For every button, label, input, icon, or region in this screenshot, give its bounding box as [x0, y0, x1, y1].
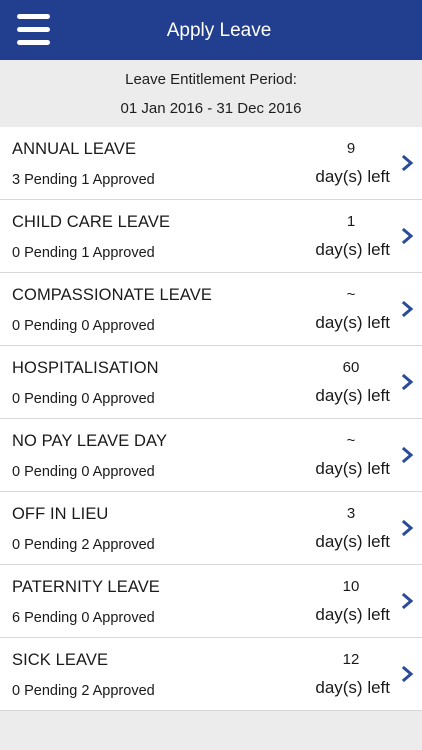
chevron-right-icon[interactable]	[402, 228, 414, 244]
leave-days-count: 3	[346, 505, 356, 522]
leave-row-hospitalisation[interactable]: HOSPITALISATION 0 Pending 0 Approved 60 …	[0, 346, 422, 419]
leave-name: SICK LEAVE	[12, 651, 109, 669]
chevron-right-icon[interactable]	[402, 374, 414, 390]
leave-row-sick[interactable]: SICK LEAVE 0 Pending 2 Approved 12 day(s…	[0, 638, 422, 711]
leave-name: ANNUAL LEAVE	[12, 140, 137, 158]
leave-status: 3 Pending 1 Approved	[12, 172, 155, 188]
leave-status: 0 Pending 2 Approved	[12, 683, 155, 699]
chevron-right-icon[interactable]	[402, 301, 414, 317]
page-title: Apply Leave	[166, 20, 272, 41]
leave-name: HOSPITALISATION	[12, 359, 159, 377]
chevron-right-icon[interactable]	[402, 666, 414, 682]
chevron-right-icon[interactable]	[402, 155, 414, 171]
leave-days-unit: day(s) left	[315, 532, 390, 551]
leave-name: OFF IN LIEU	[12, 505, 109, 523]
leave-status: 0 Pending 2 Approved	[12, 537, 155, 553]
leave-days-unit: day(s) left	[315, 605, 390, 624]
entitlement-period: Leave Entitlement Period: 01 Jan 2016 - …	[0, 60, 422, 126]
chevron-right-icon[interactable]	[402, 447, 414, 463]
leave-status: 0 Pending 0 Approved	[12, 464, 155, 480]
leave-days-unit: day(s) left	[315, 167, 390, 186]
leave-row-annual[interactable]: ANNUAL LEAVE 3 Pending 1 Approved 9 day(…	[0, 127, 422, 200]
leave-status: 0 Pending 0 Approved	[12, 391, 155, 407]
leave-days-count: ~	[346, 286, 356, 303]
leave-days-count: 9	[346, 140, 356, 157]
leave-days-count: 60	[342, 359, 360, 376]
leave-days-unit: day(s) left	[315, 240, 390, 259]
leave-days-count: 12	[342, 651, 360, 668]
leave-days-unit: day(s) left	[315, 459, 390, 478]
leave-status: 0 Pending 1 Approved	[12, 245, 155, 261]
leave-row-compassionate[interactable]: COMPASSIONATE LEAVE 0 Pending 0 Approved…	[0, 273, 422, 346]
leave-name: NO PAY LEAVE DAY	[12, 432, 168, 450]
leave-days-count: 10	[342, 578, 360, 595]
leave-status: 0 Pending 0 Approved	[12, 318, 155, 334]
leave-list: ANNUAL LEAVE 3 Pending 1 Approved 9 day(…	[0, 127, 422, 711]
leave-days-unit: day(s) left	[315, 313, 390, 332]
chevron-right-icon[interactable]	[402, 520, 414, 536]
leave-name: CHILD CARE LEAVE	[12, 213, 171, 231]
entitlement-period-label: Leave Entitlement Period:	[125, 71, 297, 88]
leave-name: COMPASSIONATE LEAVE	[12, 286, 212, 304]
leave-status: 6 Pending 0 Approved	[12, 610, 155, 626]
chevron-right-icon[interactable]	[402, 593, 414, 609]
leave-row-no-pay[interactable]: NO PAY LEAVE DAY 0 Pending 0 Approved ~ …	[0, 419, 422, 492]
entitlement-period-range: 01 Jan 2016 - 31 Dec 2016	[120, 100, 302, 117]
app-screen: Apply Leave Leave Entitlement Period: 01…	[0, 0, 422, 750]
leave-days-unit: day(s) left	[315, 386, 390, 405]
leave-days-count: ~	[346, 432, 356, 449]
leave-row-child-care[interactable]: CHILD CARE LEAVE 0 Pending 1 Approved 1 …	[0, 200, 422, 273]
leave-days-unit: day(s) left	[315, 678, 390, 697]
leave-row-off-in-lieu[interactable]: OFF IN LIEU 0 Pending 2 Approved 3 day(s…	[0, 492, 422, 565]
leave-days-count: 1	[346, 213, 356, 230]
leave-row-paternity[interactable]: PATERNITY LEAVE 6 Pending 0 Approved 10 …	[0, 565, 422, 638]
leave-name: PATERNITY LEAVE	[12, 578, 160, 596]
app-header: Apply Leave	[0, 0, 422, 60]
